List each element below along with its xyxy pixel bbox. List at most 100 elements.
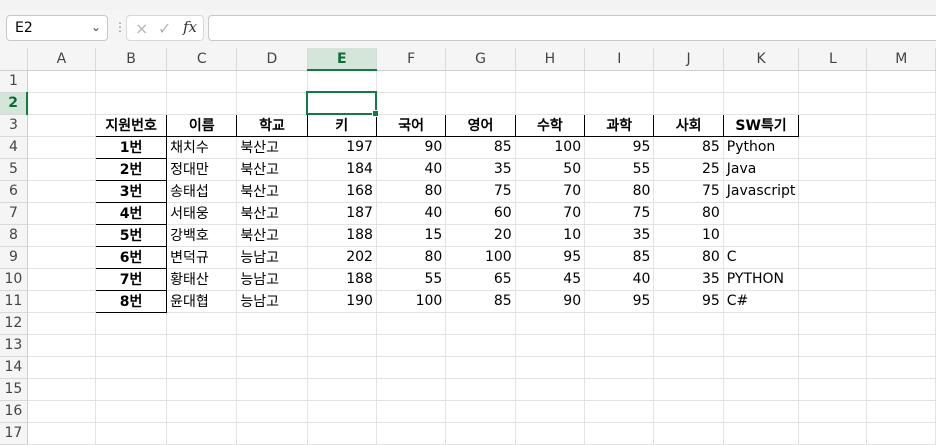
table-cell[interactable]: 70: [515, 202, 586, 225]
table-cell[interactable]: 80: [653, 202, 724, 225]
row-header-15[interactable]: 15: [0, 378, 28, 401]
cell-l13[interactable]: [798, 334, 868, 357]
table-cell[interactable]: 100: [445, 246, 516, 269]
table-cell[interactable]: 95: [653, 290, 724, 313]
table-header-cell[interactable]: 수학: [514, 113, 586, 137]
cell-j15[interactable]: [653, 378, 724, 401]
fill-handle[interactable]: [371, 109, 379, 117]
cell-m5[interactable]: [866, 158, 936, 181]
table-cell[interactable]: 184: [307, 158, 377, 181]
cell-f14[interactable]: [376, 356, 447, 379]
cell-l7[interactable]: [798, 202, 868, 225]
cell-h2[interactable]: [515, 92, 586, 115]
cell-b14[interactable]: [95, 356, 168, 379]
table-cell[interactable]: 80: [376, 246, 447, 269]
cell-b12[interactable]: [95, 312, 168, 335]
table-cell[interactable]: 100: [376, 290, 447, 313]
active-cell[interactable]: [306, 91, 379, 117]
cell-j13[interactable]: [653, 334, 724, 357]
cell-d2[interactable]: [236, 92, 308, 115]
cell-g15[interactable]: [445, 378, 516, 401]
column-header-g[interactable]: G: [445, 48, 516, 71]
cell-h15[interactable]: [515, 378, 586, 401]
cell-j17[interactable]: [653, 422, 724, 445]
cell-l8[interactable]: [798, 224, 868, 247]
table-cell[interactable]: 북산고: [236, 202, 308, 225]
table-cell[interactable]: 5번: [95, 223, 168, 247]
cell-k2[interactable]: [723, 92, 800, 115]
cell-m8[interactable]: [866, 224, 936, 247]
table-cell[interactable]: 15: [376, 224, 447, 247]
cell-k14[interactable]: [723, 356, 800, 379]
cell-d12[interactable]: [236, 312, 308, 335]
cell-h16[interactable]: [515, 400, 586, 423]
cell-a6[interactable]: [27, 180, 97, 203]
table-cell[interactable]: 85: [445, 136, 516, 159]
cell-b13[interactable]: [95, 334, 168, 357]
cell-k15[interactable]: [723, 378, 800, 401]
table-cell[interactable]: 송태섭: [166, 180, 238, 203]
cell-k13[interactable]: [723, 334, 800, 357]
table-cell[interactable]: 4번: [95, 201, 168, 225]
table-cell[interactable]: 10: [515, 224, 586, 247]
cell-m1[interactable]: [866, 70, 936, 93]
cell-e15[interactable]: [307, 378, 377, 401]
table-header-cell[interactable]: SW특기: [722, 113, 800, 137]
table-cell[interactable]: 168: [307, 180, 377, 203]
cell-m13[interactable]: [866, 334, 936, 357]
table-cell[interactable]: 95: [515, 246, 586, 269]
cell-b15[interactable]: [95, 378, 168, 401]
cell-l9[interactable]: [798, 246, 868, 269]
column-header-e[interactable]: E: [307, 48, 377, 71]
row-header-5[interactable]: 5: [0, 158, 28, 181]
cancel-icon[interactable]: ×: [135, 19, 148, 38]
table-cell[interactable]: 75: [445, 180, 516, 203]
table-cell[interactable]: 10: [653, 224, 724, 247]
cell-m4[interactable]: [866, 136, 936, 159]
table-cell[interactable]: 20: [445, 224, 516, 247]
table-cell[interactable]: 능남고: [236, 290, 308, 313]
enter-icon[interactable]: ✓: [158, 19, 171, 38]
cell-l17[interactable]: [798, 422, 868, 445]
cell-d14[interactable]: [236, 356, 308, 379]
table-cell[interactable]: 80: [653, 246, 724, 269]
column-header-k[interactable]: K: [723, 48, 800, 71]
row-header-7[interactable]: 7: [0, 202, 28, 225]
cell-j1[interactable]: [653, 70, 724, 93]
column-header-m[interactable]: M: [866, 48, 936, 71]
cell-e13[interactable]: [307, 334, 377, 357]
table-cell[interactable]: 35: [584, 224, 655, 247]
cell-f15[interactable]: [376, 378, 447, 401]
table-cell[interactable]: 90: [515, 290, 586, 313]
column-header-j[interactable]: J: [653, 48, 724, 71]
cell-d13[interactable]: [236, 334, 308, 357]
cell-m7[interactable]: [866, 202, 936, 225]
table-cell[interactable]: 북산고: [236, 224, 308, 247]
cell-i2[interactable]: [584, 92, 655, 115]
table-cell[interactable]: 95: [584, 136, 655, 159]
insert-function-icon[interactable]: fx: [183, 18, 197, 36]
table-header-cell[interactable]: 국어: [375, 113, 447, 137]
cell-c12[interactable]: [166, 312, 238, 335]
cell-c15[interactable]: [166, 378, 238, 401]
table-header-cell[interactable]: 과학: [584, 113, 655, 137]
table-cell[interactable]: 75: [653, 180, 724, 203]
more-options-icon[interactable]: ⋮: [114, 20, 126, 34]
row-header-13[interactable]: 13: [0, 334, 28, 357]
cell-a1[interactable]: [27, 70, 97, 93]
table-cell[interactable]: 188: [307, 268, 377, 291]
row-header-1[interactable]: 1: [0, 70, 28, 93]
cell-a7[interactable]: [27, 202, 97, 225]
cell-c14[interactable]: [166, 356, 238, 379]
table-cell[interactable]: Python: [723, 136, 800, 159]
cell-a10[interactable]: [27, 268, 97, 291]
cell-a12[interactable]: [27, 312, 97, 335]
table-header-cell[interactable]: 키: [306, 113, 377, 137]
cell-e16[interactable]: [307, 400, 377, 423]
cell-m3[interactable]: [866, 114, 936, 137]
table-cell[interactable]: 2번: [95, 157, 168, 181]
table-cell[interactable]: Java: [723, 158, 800, 181]
cell-h14[interactable]: [515, 356, 586, 379]
name-box[interactable]: E2 ⌄: [6, 15, 108, 41]
cell-g2[interactable]: [445, 92, 516, 115]
